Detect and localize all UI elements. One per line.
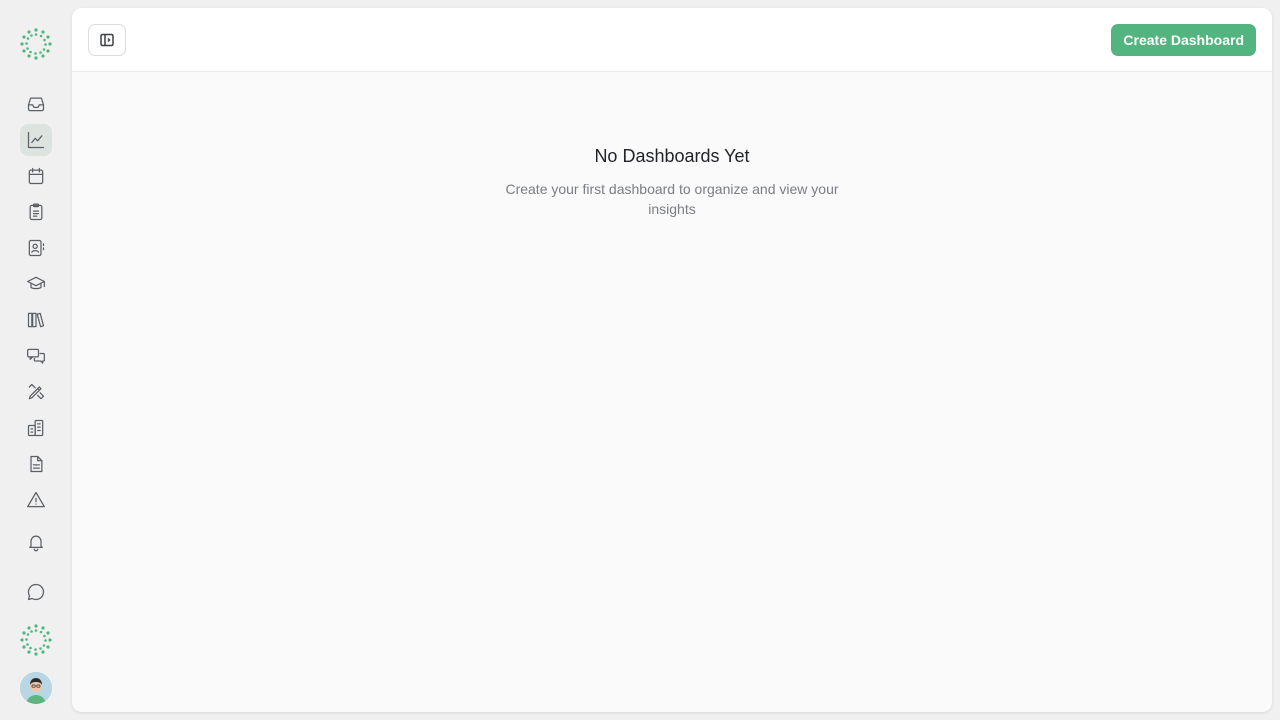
sidebar-item-messages[interactable] bbox=[20, 340, 52, 372]
sidebar-item-documents[interactable] bbox=[20, 448, 52, 480]
main-panel: Create Dashboard No Dashboards Yet Creat… bbox=[72, 8, 1272, 712]
sidebar-item-contacts[interactable] bbox=[20, 232, 52, 264]
pencil-ruler-icon bbox=[28, 383, 45, 400]
bell-icon bbox=[29, 535, 43, 552]
sidebar bbox=[0, 0, 72, 720]
sidebar-item-library[interactable] bbox=[20, 304, 52, 336]
sidebar-item-chat[interactable] bbox=[20, 576, 52, 608]
avatar-icon bbox=[20, 672, 52, 704]
sidebar-item-alerts[interactable] bbox=[20, 484, 52, 516]
warning-icon bbox=[27, 491, 45, 508]
sidebar-item-inbox[interactable] bbox=[20, 88, 52, 120]
sidebar-item-calendar[interactable] bbox=[20, 160, 52, 192]
sidebar-item-tasks[interactable] bbox=[20, 196, 52, 228]
user-avatar[interactable] bbox=[20, 672, 52, 704]
create-dashboard-button[interactable]: Create Dashboard bbox=[1111, 24, 1256, 56]
sidebar-item-learning[interactable] bbox=[20, 268, 52, 300]
contact-book-icon bbox=[28, 239, 45, 257]
inbox-icon bbox=[27, 97, 45, 112]
sidebar-item-notifications[interactable] bbox=[20, 526, 52, 558]
app-logo-icon[interactable] bbox=[19, 27, 53, 61]
sidebar-item-tools[interactable] bbox=[20, 376, 52, 408]
library-icon bbox=[27, 312, 45, 328]
top-bar: Create Dashboard bbox=[72, 8, 1272, 72]
messages-icon bbox=[27, 348, 45, 364]
empty-state-description: Create your first dashboard to organize … bbox=[505, 181, 839, 217]
assistant-logo-icon[interactable] bbox=[19, 623, 53, 657]
sidebar-item-organizations[interactable] bbox=[20, 412, 52, 444]
sidebar-item-dashboards[interactable] bbox=[20, 124, 52, 156]
clipboard-icon bbox=[29, 203, 43, 221]
empty-state-title: No Dashboards Yet bbox=[594, 146, 750, 166]
chart-line-icon bbox=[27, 131, 45, 149]
document-icon bbox=[30, 455, 43, 473]
panel-left-icon bbox=[100, 33, 114, 47]
calendar-icon bbox=[28, 167, 44, 185]
chat-bubble-icon bbox=[27, 583, 45, 601]
empty-state: No Dashboards Yet Create your first dash… bbox=[72, 146, 1272, 219]
graduation-cap-icon bbox=[27, 276, 45, 290]
buildings-icon bbox=[27, 419, 44, 437]
sidebar-toggle-button[interactable] bbox=[88, 24, 126, 56]
